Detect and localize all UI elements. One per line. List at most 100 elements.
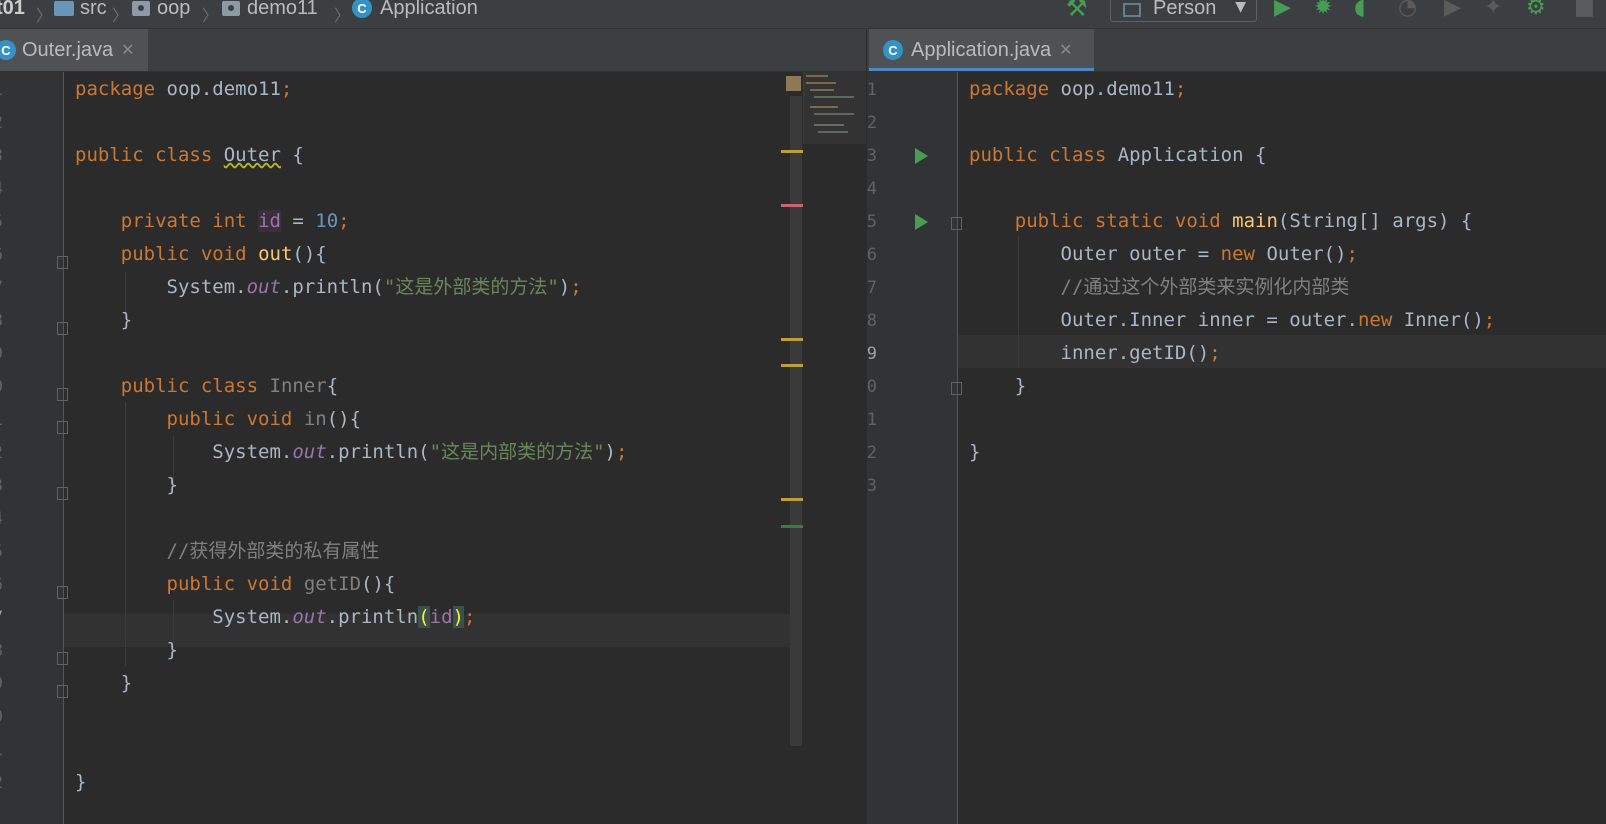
class-icon: C — [352, 0, 372, 18]
line-number[interactable]: 2 — [0, 443, 3, 463]
line-number[interactable]: 10 — [867, 377, 877, 397]
line-number[interactable]: 9 — [0, 344, 3, 364]
debug-icon[interactable]: ✹ — [1314, 0, 1332, 20]
line-number[interactable]: 6 — [0, 575, 3, 595]
left-scrollbar[interactable] — [790, 96, 802, 746]
line-number[interactable]: 2 — [0, 773, 3, 793]
warning-marker[interactable] — [781, 150, 803, 153]
build-hammer-icon[interactable]: ⚒ — [1066, 0, 1088, 20]
line-number[interactable]: 6 — [867, 245, 877, 265]
attach-icon[interactable]: ▶ — [1444, 0, 1461, 20]
line-number[interactable]: 8 — [867, 311, 877, 331]
profile-icon[interactable]: ◔ — [1398, 0, 1417, 20]
line-number[interactable]: 6 — [0, 245, 3, 265]
run-class-icon[interactable] — [915, 148, 928, 164]
fold-icon[interactable] — [57, 256, 68, 269]
code-line-6: public void out(){ — [120, 243, 327, 265]
breadcrumb-oop[interactable]: oop — [132, 0, 190, 19]
fold-icon[interactable] — [951, 217, 962, 230]
left-editor[interactable]: 1 2 3 4 5 6 7 8 9 0 1 2 3 4 5 6 7 8 9 0 1 2 package oop.demo1… — [0, 72, 866, 824]
minimap-line — [814, 113, 854, 115]
error-marker[interactable] — [781, 204, 803, 207]
line-number[interactable]: 3 — [867, 146, 877, 166]
right-editor[interactable]: 12345678910111213 package oop.demo11; pu… — [867, 72, 1606, 824]
line-number[interactable]: 7 — [0, 278, 3, 298]
breadcrumb-application[interactable]: C Application — [352, 0, 478, 19]
breadcrumb-project[interactable]: t01 — [0, 0, 25, 19]
line-number[interactable]: 5 — [0, 542, 3, 562]
class-icon: C — [0, 40, 16, 60]
config-icon — [1123, 3, 1141, 17]
line-number[interactable]: 4 — [0, 509, 3, 529]
fold-icon[interactable] — [951, 382, 962, 395]
breadcrumb-demo11[interactable]: demo11 — [222, 0, 318, 19]
code-line-12: System.out.println("这是内部类的方法"); — [75, 441, 628, 463]
line-number[interactable]: 3 — [0, 476, 3, 496]
code-line-10: } — [969, 375, 1027, 397]
line-number[interactable]: 13 — [867, 476, 877, 496]
line-number[interactable]: 7 — [867, 278, 877, 298]
coverage-icon[interactable]: ◖ — [1354, 0, 1366, 20]
run-icon[interactable]: ▶ — [1274, 0, 1291, 20]
line-number[interactable]: 5 — [0, 212, 3, 232]
line-number[interactable]: 3 — [0, 146, 3, 166]
tab-outer-java[interactable]: C Outer.java ✕ — [0, 29, 148, 71]
line-number[interactable]: 2 — [867, 113, 877, 133]
close-icon[interactable]: ✕ — [121, 40, 134, 60]
line-number[interactable]: 1 — [867, 80, 877, 100]
minimap-line — [806, 82, 836, 84]
warning-marker[interactable] — [781, 338, 803, 341]
fold-icon[interactable] — [57, 388, 68, 401]
outer-print-string: "这是外部类的方法" — [383, 276, 559, 298]
code-line-5: public static void main(String[] args) { — [1014, 210, 1473, 232]
line-number[interactable]: 0 — [0, 707, 3, 727]
line-number[interactable]: 9 — [867, 344, 877, 364]
breadcrumb-src[interactable]: src — [54, 0, 107, 19]
minimap-line — [814, 124, 844, 126]
breadcrumb-demo11-label: demo11 — [247, 0, 318, 19]
line-number[interactable]: 2 — [0, 113, 3, 133]
line-number[interactable]: 0 — [0, 377, 3, 397]
tab-outer-java-label: Outer.java — [22, 38, 114, 61]
inspection-status-icon[interactable] — [786, 76, 801, 91]
line-number[interactable]: 5 — [867, 212, 877, 232]
tab-application-java[interactable]: C Application.java ✕ — [869, 29, 1094, 71]
line-number[interactable]: 7 — [0, 608, 3, 628]
run-configuration-dropdown[interactable]: Person ▼ — [1110, 0, 1257, 22]
breadcrumb-separator: 〉 — [202, 6, 219, 25]
close-icon[interactable]: ✕ — [1059, 40, 1072, 60]
breadcrumb-application-label: Application — [380, 0, 478, 19]
change-marker[interactable] — [781, 525, 803, 528]
fold-icon[interactable] — [57, 586, 68, 599]
line-number[interactable]: 8 — [0, 641, 3, 661]
package-icon — [222, 0, 240, 16]
warning-marker[interactable] — [781, 498, 803, 501]
run-main-icon[interactable] — [915, 214, 928, 230]
fold-icon[interactable] — [57, 487, 68, 500]
breadcrumb-separator: 〉 — [112, 6, 129, 25]
line-number[interactable]: 1 — [0, 740, 3, 760]
fold-icon[interactable] — [57, 421, 68, 434]
line-number[interactable]: 4 — [867, 179, 877, 199]
code-line-22: } — [75, 771, 87, 793]
line-number[interactable]: 8 — [0, 311, 3, 331]
code-line-7: //通过这个外部类来实例化内部类 — [969, 276, 1350, 298]
line-number[interactable]: 9 — [0, 674, 3, 694]
fold-icon[interactable] — [57, 685, 68, 698]
line-number[interactable]: 4 — [0, 179, 3, 199]
minimap-line — [814, 96, 854, 98]
code-line-3: public class Outer { — [75, 144, 304, 166]
line-number[interactable]: 1 — [0, 80, 3, 100]
line-number[interactable]: 12 — [867, 443, 877, 463]
line-number[interactable]: 1 — [0, 410, 3, 430]
fold-icon[interactable] — [57, 652, 68, 665]
line-number[interactable]: 11 — [867, 410, 877, 430]
stop-icon[interactable]: ✦ — [1484, 0, 1502, 20]
fold-icon[interactable] — [57, 322, 68, 335]
active-tab-indicator — [869, 68, 1094, 71]
stop-square-icon[interactable]: ■ — [1574, 0, 1595, 20]
test-icon[interactable]: ⚙ — [1526, 0, 1546, 20]
minimap[interactable] — [803, 72, 866, 144]
class-icon: C — [883, 40, 903, 60]
warning-marker[interactable] — [781, 364, 803, 367]
